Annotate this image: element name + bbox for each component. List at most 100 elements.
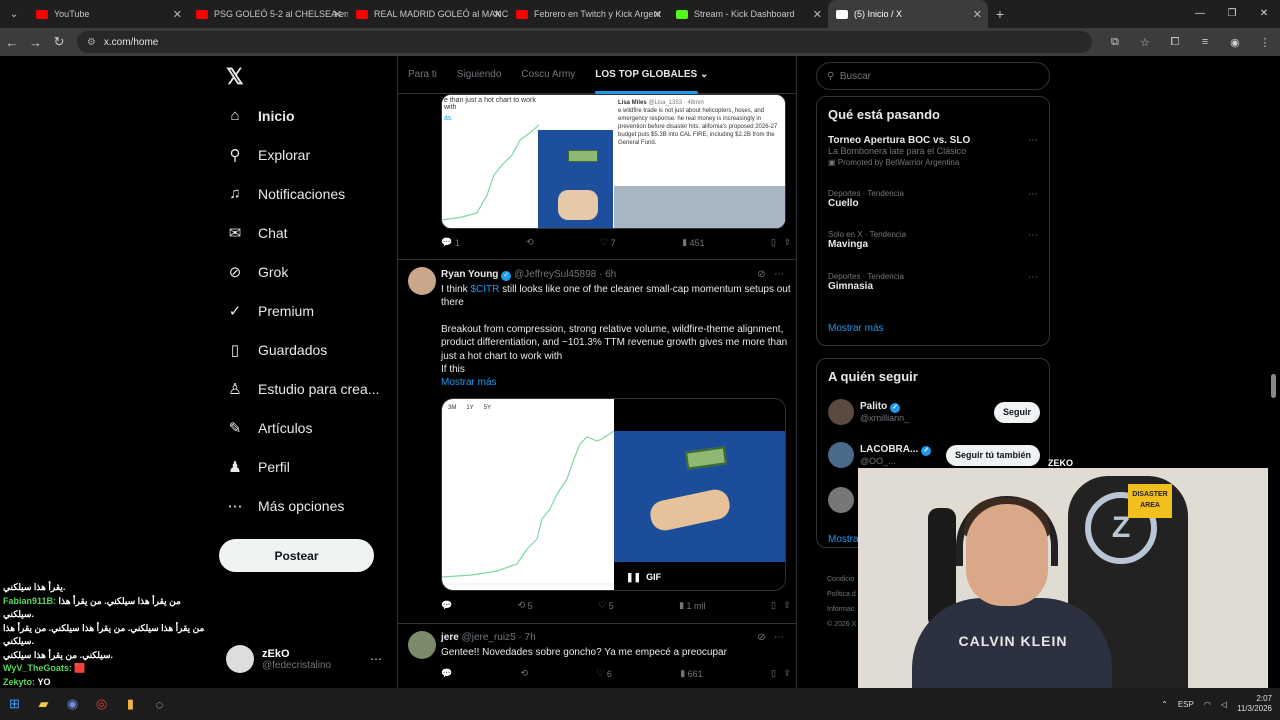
show-more-link[interactable]: Mostrar más [828,323,884,334]
bookmark-icon[interactable]: ▯ ⇪ [771,600,791,611]
footer-link[interactable]: Condicio [827,572,856,587]
tweet-time[interactable]: 7h [525,632,536,643]
trend-item[interactable]: Solo en X · Tendencia Mavinga ⋯ [828,230,1038,250]
new-tab-button[interactable]: + [988,6,1012,22]
avatar[interactable] [828,487,854,513]
tweet[interactable]: jere @jere_ruiz5 · 7h ⊘ ⋯ Gentee!! Noved… [398,623,796,688]
url-field[interactable]: ⚙ x.com/home [76,31,1092,53]
wifi-icon[interactable]: ◠ [1204,700,1211,709]
sidebar-item-perfil[interactable]: ♟ Perfil [224,447,379,486]
browser-tab[interactable]: REAL MADRID GOLEÓ al MANC ✕ [348,0,508,28]
views-button[interactable]: ▮ 1 mil [679,600,705,611]
x-logo-icon[interactable]: 𝕏 [226,64,244,90]
avatar[interactable] [408,267,436,295]
more-icon[interactable]: ⋯ [1028,230,1038,241]
views-button[interactable]: ▮ 661 [680,668,702,679]
account-switcher[interactable]: zEkO @fedecristalino ⋯ [226,642,386,676]
back-button[interactable]: ← [0,35,24,50]
more-icon[interactable]: ⋯ [1028,272,1038,283]
views-button[interactable]: ▮ 451 [682,237,704,248]
browser-menu-icon[interactable]: ⋮ [1250,36,1280,49]
tab-search-icon[interactable]: ⌄ [0,0,28,28]
trend-item[interactable]: Deportes · Tendencia Gimnasia ⋯ [828,272,1038,292]
extensions-icon[interactable]: ⧠ [1160,36,1190,49]
footer-link[interactable]: Informac [827,602,856,617]
sidebar-item-premium[interactable]: ✓ Premium [224,291,379,330]
sidebar-item-más-opciones[interactable]: ⋯ Más opciones [224,486,379,525]
tab-close-icon[interactable]: ✕ [813,8,822,21]
file-explorer-icon[interactable]: ▰ [29,693,58,715]
cashtag-link[interactable]: $CITR [470,284,499,295]
show-more-link[interactable]: Mostrar más [441,376,791,389]
language-indicator[interactable]: ESP [1178,700,1194,709]
footer-link[interactable]: © 2026 X [827,617,856,632]
page-scrollbar[interactable] [1271,374,1276,398]
search-input[interactable]: ⚲ Buscar [816,62,1050,90]
forward-button[interactable]: → [24,35,48,50]
repost-button[interactable]: ⟲ [521,668,529,679]
tab-close-icon[interactable]: ✕ [173,8,182,21]
more-icon[interactable]: ⋯ [1028,135,1038,146]
like-button[interactable]: ♡ 6 [596,668,612,679]
tab-close-icon[interactable]: ✕ [333,8,342,21]
tweet-time[interactable]: 6h [605,269,616,280]
more-icon[interactable]: ⋯ [1028,189,1038,200]
volume-icon[interactable]: ◁ [1221,700,1227,709]
grok-icon[interactable]: ⊘ [757,269,765,280]
obs-icon[interactable]: ◌ [145,693,174,715]
more-icon[interactable]: ⋯ [774,632,784,643]
author-name[interactable]: Ryan Young [441,269,498,280]
bookmark-star-icon[interactable]: ☆ [1130,36,1160,49]
grok-icon[interactable]: ⊘ [757,632,765,643]
sidebar-item-explorar[interactable]: ⚲ Explorar [224,135,379,174]
follow-button[interactable]: Seguir tú también [945,444,1040,466]
sidebar-item-chat[interactable]: ✉ Chat [224,213,379,252]
avatar[interactable] [828,399,854,425]
tab-para-ti[interactable]: Para ti [398,69,447,80]
install-app-icon[interactable]: ⧉ [1100,36,1130,49]
follow-suggestion[interactable]: LACOBRA... ✓ @OO_... Seguir tú también [828,440,1040,470]
quoted-post[interactable]: Lisa Miles @Lisa_1353 · 48min e wildfire… [614,95,785,228]
tweet-media-grid[interactable]: 3M 1Y 5Y ❚❚ GIF [441,398,786,591]
gif-controls[interactable]: ❚❚ GIF [626,572,661,583]
tab-coscu-army[interactable]: Coscu Army [511,69,585,80]
like-button[interactable]: ♡ 5 [598,600,614,611]
close-window-button[interactable]: ✕ [1248,0,1280,28]
minimize-button[interactable]: — [1184,0,1216,28]
post-button[interactable]: Postear [219,539,374,572]
tab-close-icon[interactable]: ✕ [653,8,662,21]
follow-suggestion[interactable]: Palito ✓ @xmilliann_ Seguir [828,397,1040,427]
footer-link[interactable]: Política d [827,587,856,602]
sidebar-item-grok[interactable]: ⊘ Grok [224,252,379,291]
repost-button[interactable]: ⟲ [526,237,534,248]
reload-button[interactable]: ↻ [47,34,71,50]
browser-tab[interactable]: (5) Inicio / X ✕ [828,0,988,28]
browser-tab[interactable]: YouTube ✕ [28,0,188,28]
app-icon[interactable]: ▮ [116,693,145,715]
repost-button[interactable]: ⟲ 5 [518,600,533,611]
chrome-icon[interactable]: ◎ [87,693,116,715]
trend-item[interactable]: Deportes · Tendencia Cuello ⋯ [828,189,1038,209]
browser-tab[interactable]: Febrero en Twitch y Kick Argent ✕ [508,0,668,28]
more-icon[interactable]: ⋯ [774,269,784,280]
site-info-icon[interactable]: ⚙ [87,37,96,48]
sidebar-item-guardados[interactable]: ▯ Guardados [224,330,379,369]
tab-los-top-globales[interactable]: LOS TOP GLOBALES ⌄ [585,69,718,94]
sidebar-item-notificaciones[interactable]: ♫ Notificaciones [224,174,379,213]
tab-close-icon[interactable]: ✕ [493,8,502,21]
bookmark-icon[interactable]: ▯ ⇪ [771,237,791,248]
reply-button[interactable]: 💬 1 [441,237,460,248]
discord-icon[interactable]: ◉ [58,693,87,715]
tab-siguiendo[interactable]: Siguiendo [447,69,511,80]
tweet-media-grid[interactable]: e than just a hot chart to work with ás … [441,94,786,229]
more-icon[interactable]: ⋯ [370,652,382,666]
browser-tab[interactable]: PSG GOLEÓ 5-2 al CHELSEA en ✕ [188,0,348,28]
tab-close-icon[interactable]: ✕ [973,8,982,21]
author-handle[interactable]: @JeffreySul45898 [514,269,596,280]
author-name[interactable]: jere [441,632,459,643]
reply-button[interactable]: 💬 [441,600,452,611]
reading-list-icon[interactable]: ≡ [1190,36,1220,49]
tweet[interactable]: Ryan Young ✓ @JeffreySul45898 · 6h ⊘ ⋯ I… [398,259,796,623]
trend-item[interactable]: Torneo Apertura BOC vs. SLO La Bombonera … [828,135,1038,167]
avatar[interactable] [408,631,436,659]
